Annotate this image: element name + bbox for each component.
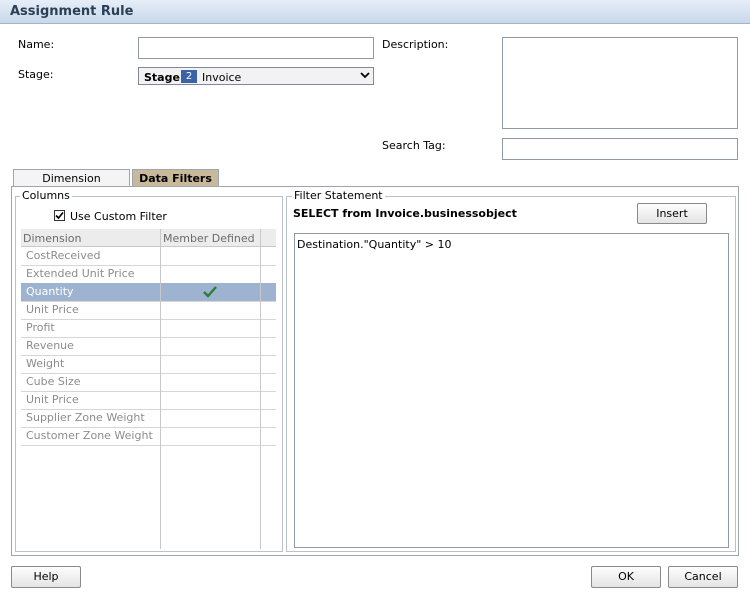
stage-number-badge: 2 — [181, 70, 197, 83]
cancel-button[interactable]: Cancel — [668, 566, 738, 588]
name-label: Name: — [18, 38, 55, 51]
use-custom-filter-checkbox[interactable] — [54, 210, 65, 221]
columns-legend: Columns — [20, 189, 72, 202]
select-statement-text: SELECT from Invoice.businessobject — [293, 207, 517, 220]
spacer-cell — [260, 319, 276, 338]
spacer-cell — [260, 391, 276, 410]
member-defined-cell — [160, 409, 260, 428]
dialog-title-bar: Assignment Rule — [0, 0, 750, 24]
member-defined-cell — [160, 355, 260, 374]
column-header-dimension[interactable]: Dimension — [23, 232, 81, 245]
member-defined-cell — [160, 427, 260, 446]
dimension-cell: Extended Unit Price — [21, 265, 165, 284]
table-row[interactable]: Unit Price — [21, 301, 276, 320]
grid-column-divider-2 — [260, 229, 261, 549]
checkbox-check-icon — [55, 211, 64, 220]
spacer-cell — [260, 337, 276, 356]
member-defined-cell — [160, 283, 260, 302]
tab-data-filters[interactable]: Data Filters — [132, 169, 219, 187]
member-defined-cell — [160, 337, 260, 356]
name-input[interactable] — [138, 37, 374, 59]
chevron-down-icon — [360, 70, 370, 83]
table-row[interactable]: Quantity — [21, 283, 276, 302]
stage-select[interactable]: Stage 2 Invoice — [138, 67, 374, 85]
column-header-member-defined[interactable]: Member Defined — [163, 232, 255, 245]
dimension-cell: Quantity — [21, 283, 165, 302]
filter-statement-editor[interactable]: Destination."Quantity" > 10 — [294, 233, 729, 548]
filter-statement-legend: Filter Statement — [292, 189, 385, 202]
spacer-cell — [260, 355, 276, 374]
table-row[interactable]: Revenue — [21, 337, 276, 356]
member-defined-cell — [160, 301, 260, 320]
stage-label: Stage: — [18, 68, 54, 81]
use-custom-filter-label: Use Custom Filter — [70, 210, 167, 223]
dimension-cell: Profit — [21, 319, 165, 338]
table-row[interactable]: Weight — [21, 355, 276, 374]
help-button[interactable]: Help — [11, 566, 81, 588]
search-tag-input[interactable] — [502, 138, 738, 160]
insert-button[interactable]: Insert — [637, 203, 707, 224]
grid-header: Dimension Member Defined — [21, 229, 276, 247]
grid-column-divider — [160, 229, 161, 549]
dimension-cell: CostReceived — [21, 247, 165, 266]
table-row[interactable]: Cube Size — [21, 373, 276, 392]
member-defined-cell — [160, 265, 260, 284]
member-defined-cell — [160, 373, 260, 392]
member-defined-cell — [160, 391, 260, 410]
dimension-cell: Cube Size — [21, 373, 165, 392]
table-row[interactable]: Extended Unit Price — [21, 265, 276, 284]
stage-prefix: Stage — [144, 71, 180, 84]
table-row[interactable]: CostReceived — [21, 247, 276, 266]
dimension-cell: Unit Price — [21, 301, 165, 320]
spacer-cell — [260, 373, 276, 392]
checkmark-icon — [203, 286, 217, 298]
dimension-cell: Revenue — [21, 337, 165, 356]
grid-body: CostReceived Extended Unit Price Quantity U… — [21, 247, 276, 446]
dimension-cell: Unit Price — [21, 391, 165, 410]
spacer-cell — [260, 301, 276, 320]
member-defined-cell — [160, 247, 260, 266]
table-row[interactable]: Profit — [21, 319, 276, 338]
table-row[interactable]: Customer Zone Weight — [21, 427, 276, 446]
dimension-cell: Customer Zone Weight — [21, 427, 165, 446]
spacer-cell — [260, 247, 276, 266]
member-defined-cell — [160, 319, 260, 338]
description-textarea[interactable] — [502, 37, 738, 129]
dialog-title: Assignment Rule — [10, 4, 134, 19]
spacer-cell — [260, 409, 276, 428]
spacer-cell — [260, 283, 276, 302]
dimension-cell: Supplier Zone Weight — [21, 409, 165, 428]
table-row[interactable]: Unit Price — [21, 391, 276, 410]
spacer-cell — [260, 427, 276, 446]
dimension-cell: Weight — [21, 355, 165, 374]
tab-dimension-selections[interactable]: Dimension Selections — [13, 169, 130, 202]
stage-value: Invoice — [202, 71, 242, 84]
table-row[interactable]: Supplier Zone Weight — [21, 409, 276, 428]
ok-button[interactable]: OK — [591, 566, 661, 588]
search-tag-label: Search Tag: — [382, 139, 446, 152]
description-label: Description: — [382, 38, 449, 51]
dimensions-grid: Dimension Member Defined CostReceived Ext… — [21, 229, 276, 549]
spacer-cell — [260, 265, 276, 284]
